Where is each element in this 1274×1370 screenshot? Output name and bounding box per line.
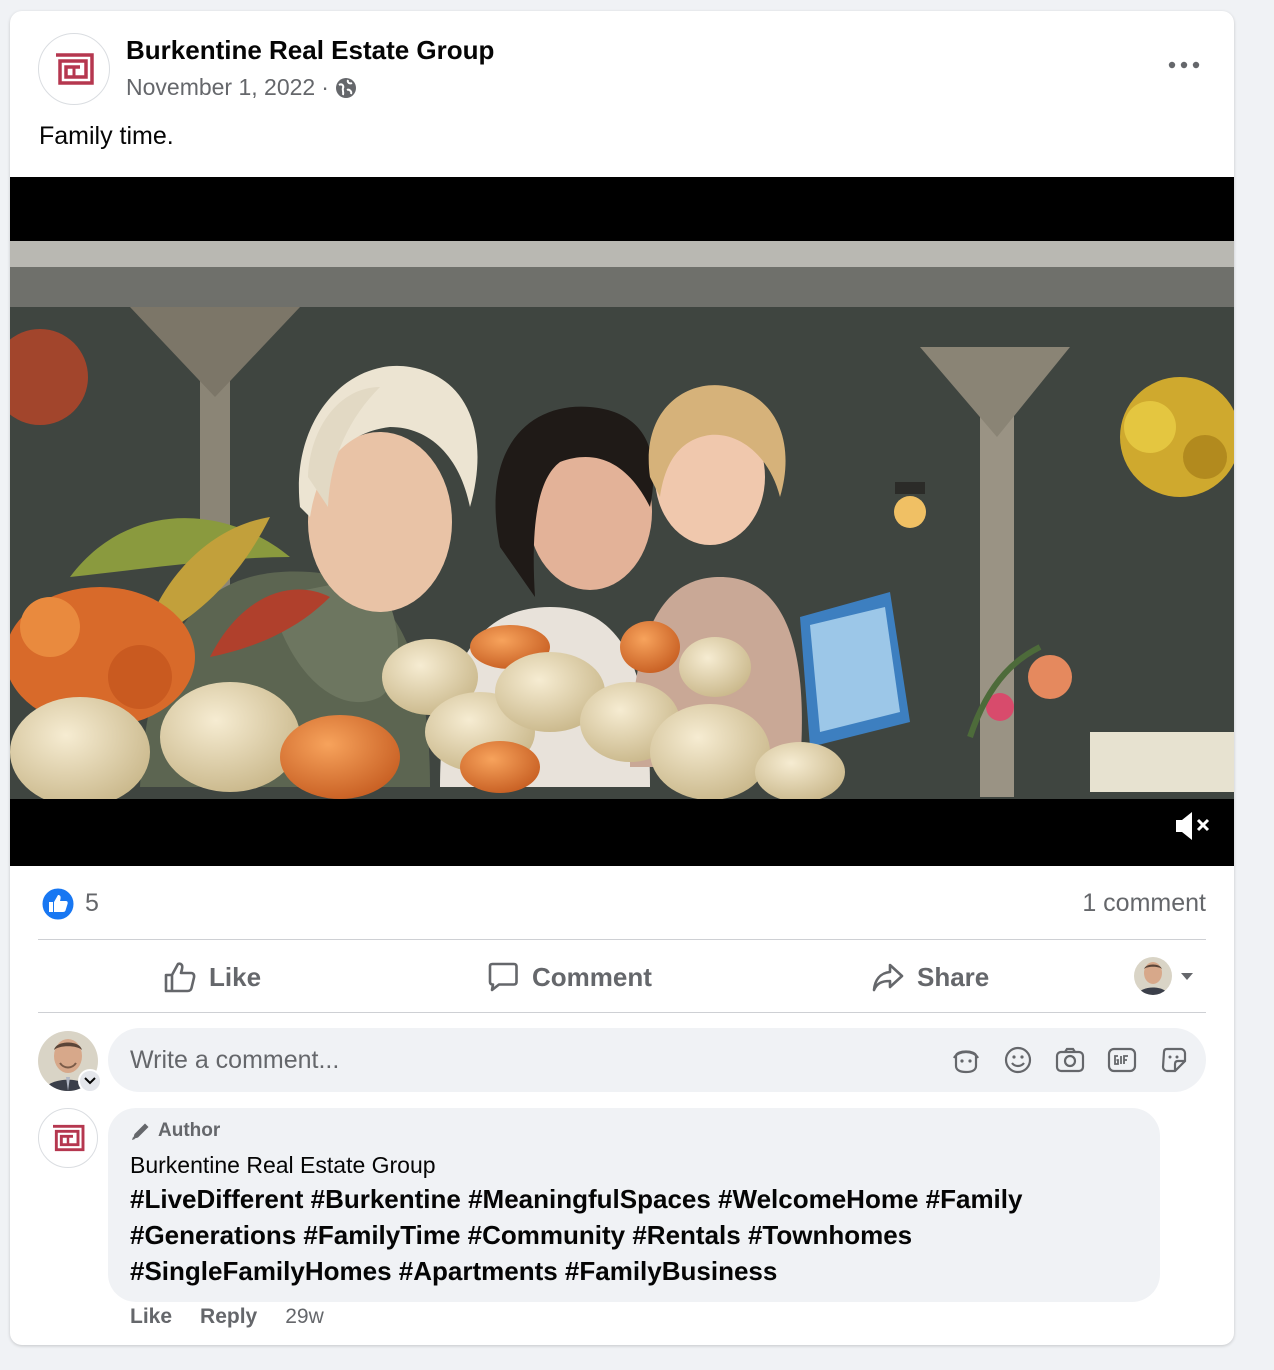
divider [38, 1012, 1206, 1013]
comment-bubble: Author Burkentine Real Estate Group #Liv… [108, 1108, 1160, 1302]
post-date[interactable]: November 1, 2022 [126, 74, 315, 101]
video-player[interactable] [10, 177, 1234, 866]
comment-count[interactable]: 1 comment [1082, 889, 1206, 918]
share-label: Share [917, 961, 990, 992]
burkentine-logo-icon [53, 1124, 85, 1152]
mute-toggle-button[interactable] [1174, 806, 1218, 846]
post-meta: November 1, 2022 · [126, 74, 357, 101]
comment-button[interactable]: Comment [486, 941, 652, 1013]
post-card: Burkentine Real Estate Group November 1,… [10, 11, 1234, 1345]
chevron-down-icon[interactable] [78, 1069, 102, 1093]
composer-avatar[interactable] [38, 1031, 102, 1093]
reaction-count[interactable]: 5 [85, 889, 99, 918]
comment-input[interactable] [130, 1028, 910, 1092]
camera-icon[interactable] [1054, 1044, 1086, 1076]
speaker-muted-icon [1176, 812, 1210, 840]
sticker-icon[interactable] [1158, 1044, 1190, 1076]
share-button[interactable]: Share [871, 941, 989, 1013]
composer-tools [950, 1044, 1190, 1076]
speech-bubble-icon [488, 962, 518, 992]
comment-like-button[interactable]: Like [130, 1305, 172, 1329]
like-button[interactable]: Like [163, 941, 261, 1013]
comment-author-avatar[interactable] [38, 1108, 98, 1168]
comment-timestamp[interactable]: 29w [285, 1305, 324, 1329]
divider [38, 939, 1206, 940]
like-label: Like [209, 961, 262, 992]
avatar-sticker-icon[interactable] [950, 1044, 982, 1076]
emoji-icon[interactable] [1002, 1044, 1034, 1076]
pencil-icon [132, 1123, 149, 1140]
burkentine-logo-icon [56, 53, 94, 85]
post-actions: Like Comment Share [38, 941, 1206, 1013]
like-reaction-icon[interactable] [41, 887, 75, 921]
comment-actions: Like Reply 29w [130, 1305, 324, 1329]
globe-icon [335, 77, 356, 98]
post-header: Burkentine Real Estate Group November 1,… [10, 11, 1234, 171]
thumbs-up-icon [164, 962, 196, 993]
page-avatar[interactable] [38, 33, 110, 105]
video-frame [10, 177, 1234, 866]
more-options-button[interactable] [1164, 51, 1204, 79]
comment-label: Comment [532, 961, 652, 992]
share-arrow-icon [872, 963, 904, 992]
post-text: Family time. [39, 122, 174, 150]
comment-reply-button[interactable]: Reply [200, 1305, 257, 1329]
comment-composer[interactable] [108, 1028, 1206, 1092]
react-as-selector[interactable] [1134, 957, 1194, 995]
page-name[interactable]: Burkentine Real Estate Group [126, 35, 494, 66]
comment-author-name[interactable]: Burkentine Real Estate Group [130, 1152, 436, 1179]
caret-down-icon [1181, 973, 1193, 980]
user-avatar [1134, 957, 1172, 995]
meta-separator: · [321, 74, 329, 100]
ellipsis-icon [1168, 61, 1200, 69]
author-badge-label: Author [158, 1120, 221, 1141]
gif-icon[interactable] [1106, 1044, 1138, 1076]
author-badge: Author [130, 1120, 220, 1142]
comment-text: #LiveDifferent #Burkentine #MeaningfulSp… [130, 1184, 1023, 1286]
reactions-summary: 5 1 comment [38, 879, 1206, 929]
